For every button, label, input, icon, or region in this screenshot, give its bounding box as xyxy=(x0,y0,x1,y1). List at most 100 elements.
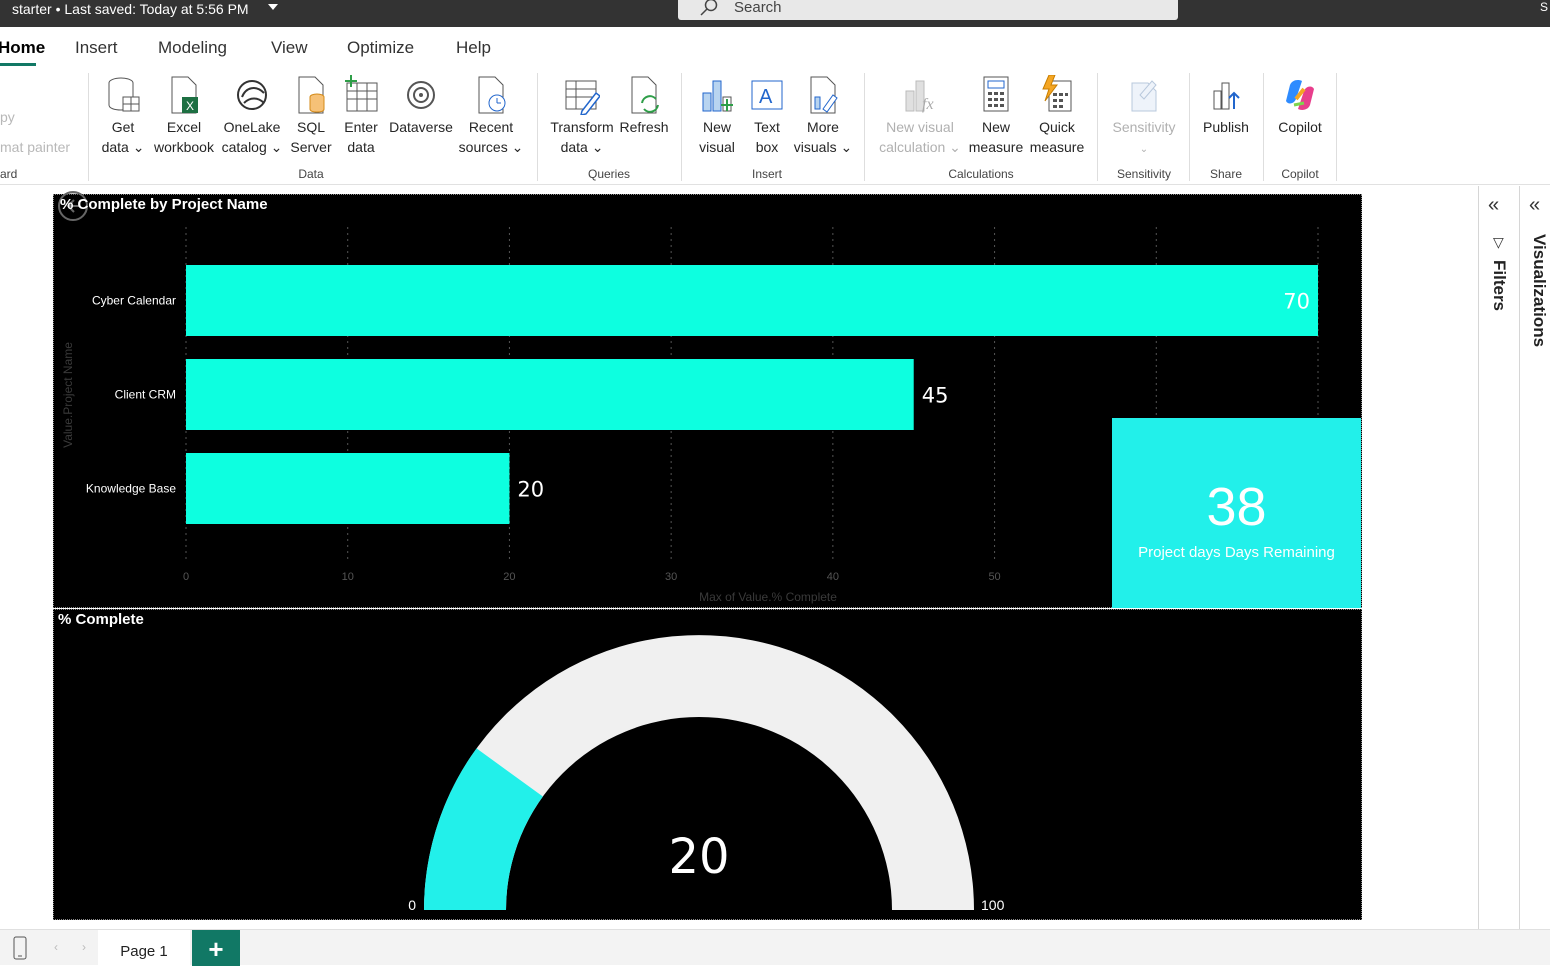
data-label: 70 xyxy=(1283,290,1310,314)
excel-icon: X xyxy=(171,76,198,114)
search-icon xyxy=(700,0,718,16)
active-tab-indicator xyxy=(0,63,36,66)
recent-sources-icon xyxy=(478,76,506,114)
group-data-label: Data xyxy=(298,167,324,181)
tab-insert[interactable]: Insert xyxy=(75,38,118,58)
svg-text:A: A xyxy=(759,86,773,108)
transform-data-icon xyxy=(565,80,600,115)
y-axis-title: Value.Project Name xyxy=(61,342,75,448)
y-tick-label: Knowledge Base xyxy=(86,482,176,496)
data-label: 45 xyxy=(922,384,949,408)
new-measure-button[interactable]: New measure xyxy=(966,75,1026,157)
new-visual-calculation-button[interactable]: fx New visual calculation ⌄ xyxy=(874,75,966,157)
visual-calculation-icon: fx xyxy=(905,80,934,113)
last-saved-text: Last saved: Today at 5:56 PM xyxy=(64,1,249,17)
group-queries-label: Queries xyxy=(587,167,631,181)
x-tick-label: 10 xyxy=(342,571,354,583)
table-add-icon xyxy=(345,75,378,112)
sql-server-icon xyxy=(298,76,325,114)
excel-workbook-button[interactable]: X Excel workbook xyxy=(148,75,220,157)
group-insert-label: Insert xyxy=(751,167,782,181)
group-clipboard-label: ard xyxy=(0,167,18,181)
dataverse-button[interactable]: Dataverse xyxy=(386,75,456,137)
text-box-icon: A xyxy=(751,80,783,110)
page-tab[interactable]: Page 1 xyxy=(98,930,190,966)
group-calculations-label: Calculations xyxy=(948,167,1014,181)
search-input[interactable]: Search xyxy=(678,0,1178,20)
quick-measure-button[interactable]: Quick measure xyxy=(1026,75,1088,157)
more-visuals-icon xyxy=(810,76,838,114)
group-sensitivity-label: Sensitivity xyxy=(1116,167,1172,181)
x-tick-label: 40 xyxy=(827,571,839,583)
bar xyxy=(186,265,1318,336)
copilot-button[interactable]: Copilot xyxy=(1270,75,1330,137)
tab-view[interactable]: View xyxy=(271,38,308,58)
data-label: 20 xyxy=(517,478,544,502)
gauge-svg: 20 0 100 xyxy=(408,635,1005,913)
next-page-icon[interactable]: › xyxy=(82,940,86,954)
y-tick-label: Client CRM xyxy=(115,388,176,402)
bar xyxy=(186,453,510,524)
x-tick-label: 50 xyxy=(988,571,1000,583)
new-visual-icon xyxy=(702,80,733,112)
user-initial[interactable]: S xyxy=(1540,0,1548,14)
more-visuals-button[interactable]: More visuals ⌄ xyxy=(792,75,854,157)
mobile-layout-icon[interactable] xyxy=(12,936,28,960)
card-label: Project days Days Remaining xyxy=(1138,544,1335,561)
page-navigation-bar: ‹ › Page 1 + xyxy=(0,929,1550,966)
group-share-label: Share xyxy=(1209,167,1243,181)
text-box-button[interactable]: A Text box xyxy=(744,75,790,157)
onelake-catalog-button[interactable]: OneLake catalog ⌄ xyxy=(220,75,284,157)
recent-sources-button[interactable]: Recent sources ⌄ xyxy=(456,75,526,157)
filters-collapse-icon[interactable]: « xyxy=(1488,194,1499,217)
group-copilot-label: Copilot xyxy=(1281,167,1319,181)
title-bar: starter • Last saved: Today at 5:56 PM S… xyxy=(0,0,1550,27)
x-tick-label: 20 xyxy=(503,571,515,583)
sensitivity-button[interactable]: Sensitivity ⌄ xyxy=(1106,75,1182,160)
x-tick-label: 30 xyxy=(665,571,677,583)
gauge-max-label: 100 xyxy=(981,897,1005,913)
gauge-visual[interactable]: % Complete 20 0 100 xyxy=(53,609,1362,920)
side-panes: « ▽ Filters « Visualizations xyxy=(1478,186,1550,929)
kpi-card[interactable]: 38 Project days Days Remaining xyxy=(1112,418,1361,608)
tab-home[interactable]: Home xyxy=(0,38,45,58)
prev-page-icon[interactable]: ‹ xyxy=(54,940,58,954)
gauge-value-label: 20 xyxy=(668,829,729,885)
x-tick-label: 0 xyxy=(183,571,189,583)
publish-button[interactable]: Publish xyxy=(1196,75,1256,137)
file-status: starter • Last saved: Today at 5:56 PM xyxy=(12,1,249,17)
filters-pane-label[interactable]: Filters xyxy=(1489,260,1509,311)
card-value: 38 xyxy=(1206,477,1267,537)
svg-text:X: X xyxy=(186,99,194,113)
onelake-icon xyxy=(237,80,267,110)
format-painter-button[interactable]: mat painter xyxy=(0,139,70,155)
ribbon-tabs: Home Insert Modeling View Optimize Help xyxy=(0,27,1550,67)
database-icon xyxy=(108,77,140,112)
chevron-down-icon[interactable] xyxy=(268,4,278,10)
refresh-button[interactable]: Refresh xyxy=(618,75,670,137)
publish-icon xyxy=(1213,82,1240,110)
sql-server-button[interactable]: SQL Server xyxy=(288,75,334,157)
tab-help[interactable]: Help xyxy=(456,38,491,58)
sensitivity-icon xyxy=(1131,80,1157,112)
svg-text:fx: fx xyxy=(922,96,934,113)
visualizations-collapse-icon[interactable]: « xyxy=(1529,194,1540,217)
new-visual-button[interactable]: New visual xyxy=(692,75,742,157)
gauge-min-label: 0 xyxy=(408,897,416,913)
copy-button[interactable]: py xyxy=(0,109,15,125)
refresh-icon xyxy=(631,76,659,114)
visualizations-pane-label[interactable]: Visualizations xyxy=(1529,234,1549,347)
search-placeholder: Search xyxy=(734,0,782,16)
add-page-button[interactable]: + xyxy=(192,930,240,966)
get-data-button[interactable]: Get data ⌄ xyxy=(100,75,146,157)
transform-data-button[interactable]: Transform data ⌄ xyxy=(546,75,618,157)
enter-data-button[interactable]: Enter data xyxy=(338,75,384,157)
ribbon: py mat painter ard Get data ⌄ X Excel work… xyxy=(0,67,1550,185)
tab-optimize[interactable]: Optimize xyxy=(347,38,414,58)
tab-modeling[interactable]: Modeling xyxy=(158,38,227,58)
calculator-icon xyxy=(983,76,1009,112)
x-axis-title: Max of Value.% Complete xyxy=(699,590,837,604)
bar xyxy=(186,359,914,430)
dataverse-icon xyxy=(407,81,435,109)
file-name: starter xyxy=(12,1,52,17)
